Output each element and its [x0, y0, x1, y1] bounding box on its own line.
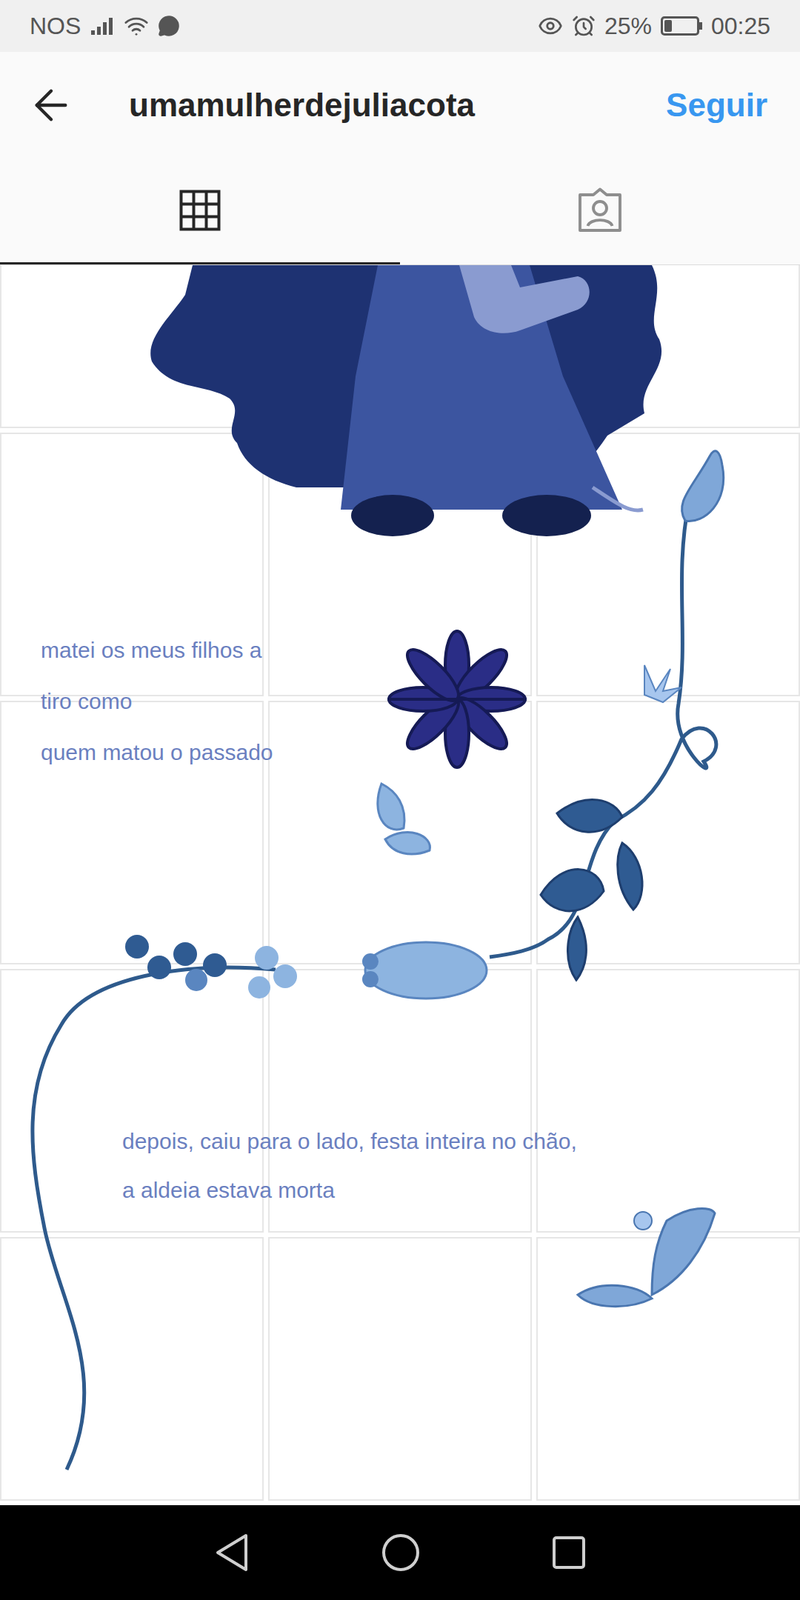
eye-icon — [537, 13, 563, 39]
username: umamulherdejuliacota — [128, 80, 660, 130]
carrier: NOS — [29, 8, 81, 44]
screen: NOS 25% 00:25 umamulherdejuliacotaSeguir mat… — [0, 0, 800, 1600]
recents-square-icon[interactable] — [551, 1534, 587, 1571]
post-tile[interactable] — [0, 1237, 264, 1501]
artwork-text-line: a aldeia estava morta — [122, 1165, 578, 1215]
artwork-text: depois, caiu para o lado, festa inteira … — [122, 1117, 578, 1215]
status-bar: NOS 25% 00:25 — [0, 0, 800, 52]
battery-icon — [660, 16, 703, 36]
navigation-bar — [0, 1505, 800, 1600]
grid-icon — [174, 185, 226, 236]
artwork-text-line: tiro como — [40, 675, 274, 727]
back-triangle-icon[interactable] — [213, 1532, 251, 1573]
tab[interactable] — [400, 158, 800, 265]
post-grid-viewport: matei os meus filhos atiro comoquem mato… — [0, 265, 800, 1506]
flower-cluster — [125, 934, 298, 999]
post-tile[interactable] — [536, 968, 800, 1233]
star-flower — [387, 631, 527, 768]
artwork-text-line: matei os meus filhos a — [40, 624, 274, 676]
follow-button[interactable]: Seguir — [660, 80, 774, 130]
artwork-text-line: quem matou o passado — [40, 726, 274, 778]
clock: 00:25 — [711, 8, 771, 44]
messenger-icon — [157, 14, 180, 38]
wifi-icon — [123, 13, 149, 39]
artwork-text-line: depois, caiu para o lado, festa inteira … — [122, 1117, 578, 1166]
battery-text: 25% — [604, 8, 652, 44]
tab-bar — [0, 158, 800, 266]
mosaic-artwork — [0, 265, 800, 1506]
signal-icon — [89, 15, 115, 37]
post-tile[interactable] — [268, 1237, 532, 1501]
alarm-icon — [571, 14, 596, 38]
tab[interactable] — [0, 158, 400, 265]
tagged-icon — [573, 183, 627, 238]
home-circle-icon[interactable] — [380, 1532, 421, 1573]
artwork-text: matei os meus filhos atiro comoquem mato… — [40, 624, 274, 778]
profile-header: umamulherdejuliacotaSeguir — [0, 51, 800, 159]
back-arrow-icon[interactable] — [26, 80, 76, 130]
